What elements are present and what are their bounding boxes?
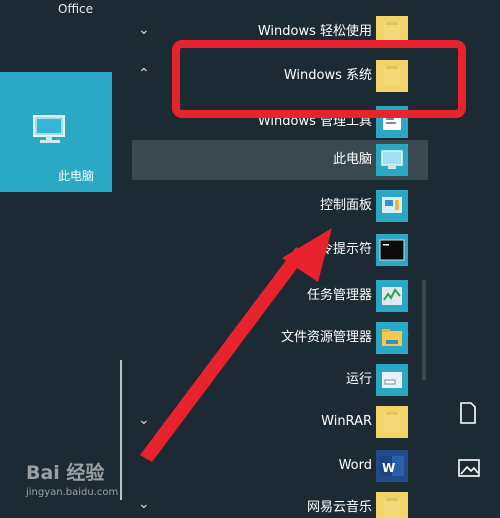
start-menu-screen: Office 此电脑 Bai 经验 jingyan.baidu.com ⌄ ⌃ … [0, 0, 500, 518]
annotation-arrow [140, 228, 332, 462]
